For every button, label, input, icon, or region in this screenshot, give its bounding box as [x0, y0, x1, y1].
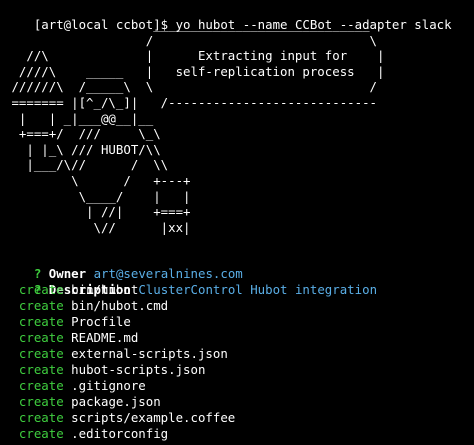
create-verb: create [18, 410, 64, 425]
created-file-path: Procfile [71, 314, 131, 329]
banner-line: | //| +===+ [86, 204, 191, 220]
banner-line: \// |xx| [93, 219, 191, 235]
created-file-path: scripts/example.coffee [71, 410, 236, 425]
prompt-answer-owner: ? Owner art@severalnines.com [4, 250, 243, 281]
created-file-path: .gitignore [71, 378, 146, 393]
banner-line: / \ [145, 32, 377, 48]
banner-line: |___/\// / \\ [26, 157, 169, 173]
created-file-path: hubot-scripts.json [71, 362, 206, 377]
banner-line: \____/ | | [78, 188, 191, 204]
create-verb: create [18, 426, 64, 441]
banner-line: ======= |[^_/\_]| /---------------------… [11, 94, 377, 110]
banner-line: //\ | Extracting input for | [26, 48, 385, 64]
create-line: create Procfile [4, 314, 131, 330]
created-file-path: package.json [71, 394, 161, 409]
banner-line: +===+/ /// \_\ [18, 126, 161, 142]
create-line: create README.md [4, 330, 138, 346]
create-verb: create [18, 346, 64, 361]
banner-line: \ / +---+ [71, 172, 191, 188]
create-line: create bin/hubot.cmd [4, 298, 168, 314]
banner-line: ////\ _____ | self-replication process | [18, 63, 385, 79]
create-verb: create [18, 298, 64, 313]
banner-line: | | _|___@@__|__ [18, 110, 154, 126]
command-line: [art@local ccbot]$ yo hubot --name CCBot… [4, 1, 452, 32]
create-verb: create [18, 378, 64, 393]
created-file-path: README.md [71, 330, 139, 345]
create-line: create .editorconfig [4, 426, 168, 442]
banner-line: | |_\ /// HUBOT/\\ [26, 141, 161, 157]
create-line: create .gitignore [4, 378, 146, 394]
create-verb: create [18, 330, 64, 345]
created-file-path: external-scripts.json [71, 346, 228, 361]
created-file-path: bin/hubot [71, 282, 139, 297]
terminal-window[interactable]: [art@local ccbot]$ yo hubot --name CCBot… [0, 0, 474, 445]
prompt-answer: ClusterControl Hubot integration [138, 281, 378, 297]
create-line: create scripts/example.coffee [4, 410, 235, 426]
create-verb: create [18, 394, 64, 409]
create-line: create external-scripts.json [4, 346, 228, 362]
create-line: create hubot-scripts.json [4, 362, 206, 378]
create-line: create bin/hubot [4, 282, 138, 298]
banner-line: //////\ /_____\ \ / [11, 79, 377, 95]
create-verb: create [18, 282, 64, 297]
banner-line: _____________________________ [153, 17, 370, 32]
create-verb: create [18, 314, 64, 329]
created-file-path: .editorconfig [71, 426, 169, 441]
create-line: create package.json [4, 394, 161, 410]
hubot-ascii-banner: _____________________________ / \ //\ | … [4, 17, 384, 235]
create-verb: create [18, 362, 64, 377]
created-file-path: bin/hubot.cmd [71, 298, 169, 313]
prompt-answer-description: ? Description ClusterControl Hubot integ… [4, 266, 377, 297]
